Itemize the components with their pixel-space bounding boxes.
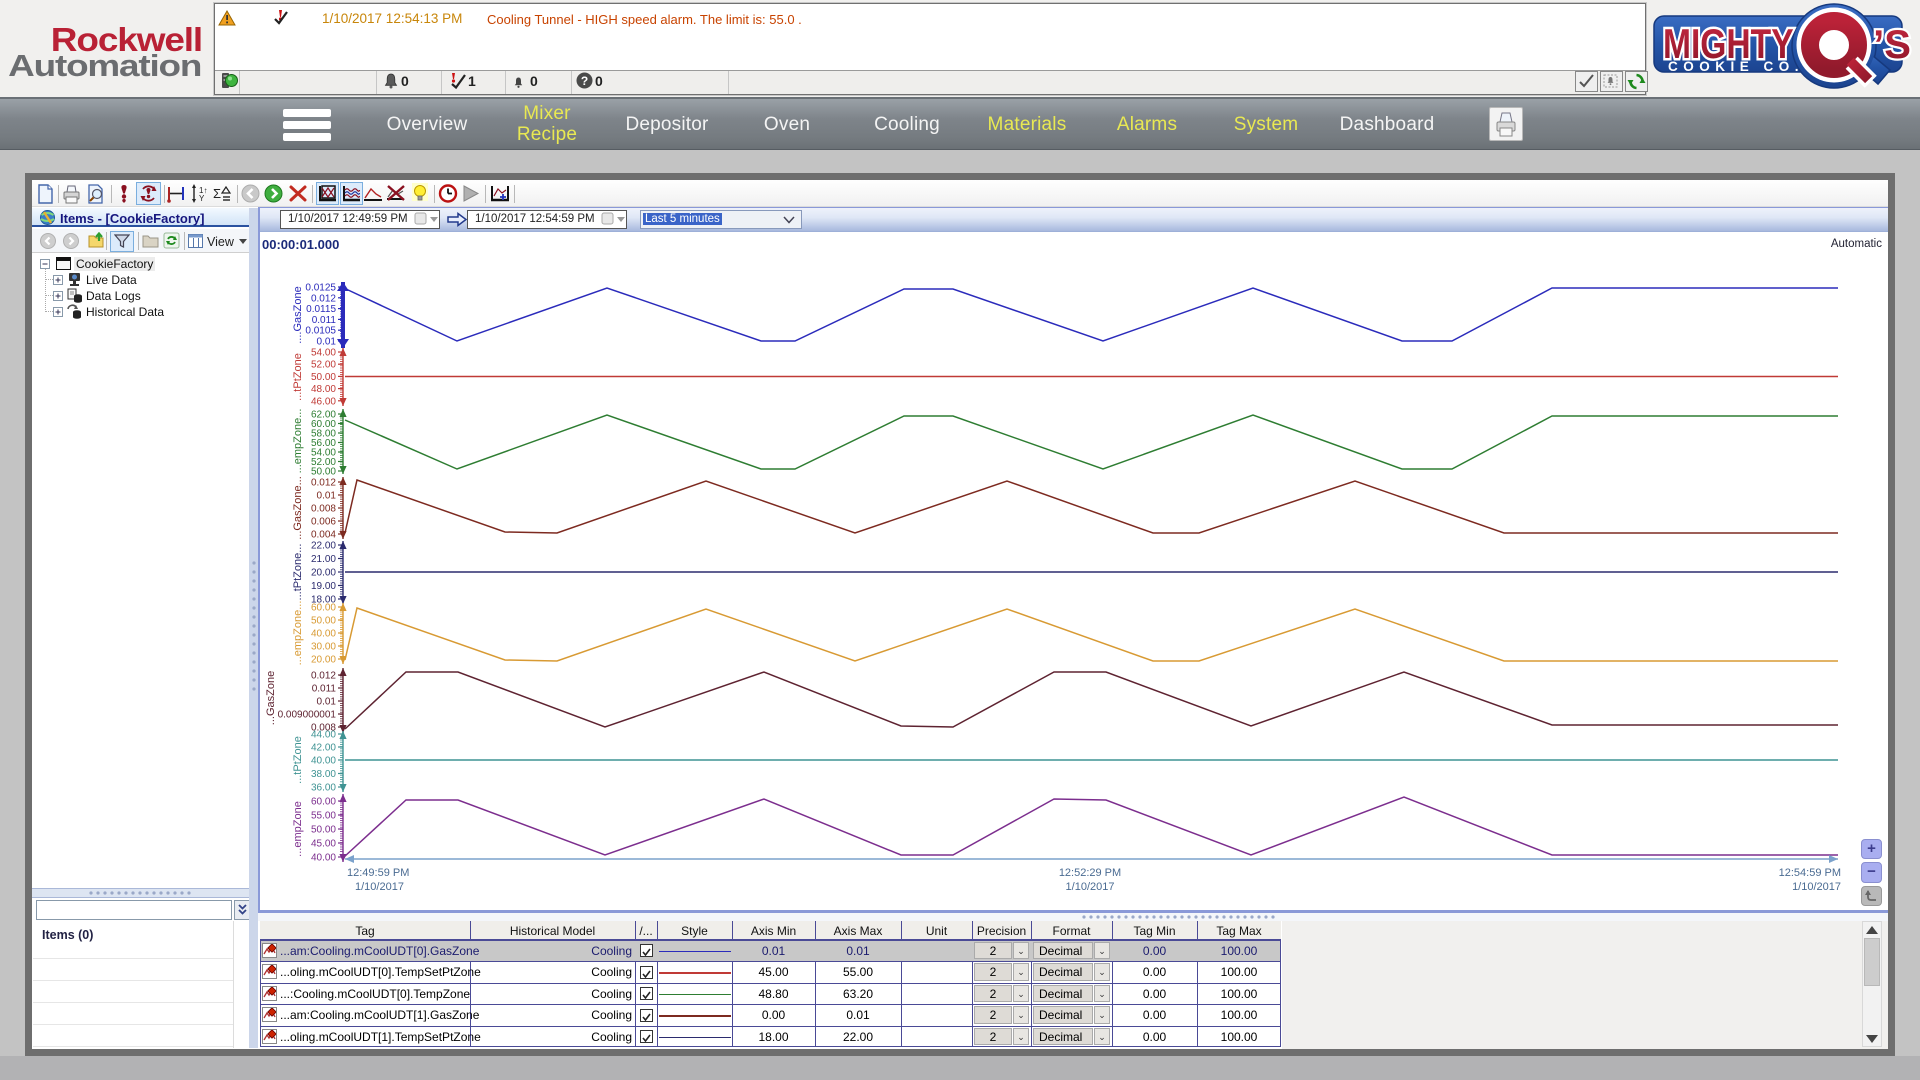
svg-text:1/10/2017: 1/10/2017 — [355, 881, 404, 893]
svg-text:38.00: 38.00 — [311, 769, 336, 780]
svg-text:0.012: 0.012 — [311, 478, 336, 489]
svg-text:...empZone...: ...empZone... — [292, 409, 304, 474]
svg-text:60.00: 60.00 — [311, 797, 336, 808]
svg-text:0.004: 0.004 — [311, 530, 336, 541]
svg-text:50.00: 50.00 — [311, 616, 336, 627]
svg-text:0.0105: 0.0105 — [305, 326, 336, 337]
svg-text:0.0115: 0.0115 — [306, 304, 336, 315]
svg-text:0.009000001: 0.009000001 — [278, 710, 337, 721]
svg-text:50.00: 50.00 — [311, 825, 336, 836]
svg-text:20.00: 20.00 — [311, 655, 336, 666]
svg-text:0.0125: 0.0125 — [305, 283, 336, 294]
svg-text:20.00: 20.00 — [311, 568, 336, 579]
svg-text:60.00: 60.00 — [311, 603, 336, 614]
svg-text:21.00: 21.00 — [311, 554, 336, 565]
svg-text:52.00: 52.00 — [311, 360, 336, 371]
svg-text:...tPtZone...: ...tPtZone... — [292, 544, 304, 601]
svg-text:50.00: 50.00 — [311, 467, 336, 478]
svg-text:40.00: 40.00 — [311, 756, 336, 767]
svg-text:36.00: 36.00 — [311, 783, 336, 794]
svg-text:...GasZone: ...GasZone — [265, 671, 277, 725]
svg-text:COOKIE CO.: COOKIE CO. — [1668, 59, 1804, 74]
svg-text:12:52:29 PM: 12:52:29 PM — [1059, 867, 1121, 879]
svg-text:1/10/2017: 1/10/2017 — [1792, 881, 1841, 893]
svg-text:Y: Y — [199, 194, 205, 203]
svg-text:?: ? — [581, 74, 588, 88]
svg-text:55.00: 55.00 — [311, 811, 336, 822]
svg-text:45.00: 45.00 — [311, 839, 336, 850]
svg-text:0.006: 0.006 — [311, 517, 336, 528]
svg-text:22.00: 22.00 — [311, 541, 336, 552]
svg-text:54.00: 54.00 — [311, 348, 336, 359]
svg-text:...tPtZone: ...tPtZone — [292, 353, 304, 401]
svg-text:42.00: 42.00 — [311, 743, 336, 754]
svg-text:...tPtZone: ...tPtZone — [292, 736, 304, 784]
svg-text:...empZone...: ...empZone... — [292, 601, 304, 666]
svg-text:0.011: 0.011 — [312, 315, 337, 326]
svg-text:Σ: Σ — [213, 186, 221, 201]
svg-text:12:54:59 PM: 12:54:59 PM — [1779, 867, 1841, 879]
svg-text:...GasZone...: ...GasZone... — [292, 476, 304, 540]
svg-text:0.008: 0.008 — [311, 504, 336, 515]
svg-text:48.00: 48.00 — [311, 384, 336, 395]
svg-text:0.01: 0.01 — [317, 337, 337, 348]
svg-text:40.00: 40.00 — [311, 629, 336, 640]
svg-text:...empZone: ...empZone — [292, 801, 304, 857]
svg-text:19.00: 19.00 — [311, 581, 336, 592]
svg-text:40.00: 40.00 — [311, 853, 336, 864]
svg-text:0.011: 0.011 — [312, 684, 337, 695]
svg-text:50.00: 50.00 — [311, 372, 336, 383]
svg-text:’S: ’S — [1873, 23, 1911, 67]
svg-text:....GasZone: ....GasZone — [292, 286, 304, 343]
svg-text:12:49:59 PM: 12:49:59 PM — [347, 867, 409, 879]
svg-text:0.01: 0.01 — [317, 697, 337, 708]
svg-text:0.01: 0.01 — [317, 491, 337, 502]
svg-text:44.00: 44.00 — [311, 730, 336, 741]
svg-text:0.012: 0.012 — [311, 671, 336, 682]
svg-text:30.00: 30.00 — [311, 642, 336, 653]
svg-text:46.00: 46.00 — [311, 396, 336, 407]
svg-text:1/10/2017: 1/10/2017 — [1066, 881, 1115, 893]
svg-text:0.012: 0.012 — [311, 293, 336, 304]
